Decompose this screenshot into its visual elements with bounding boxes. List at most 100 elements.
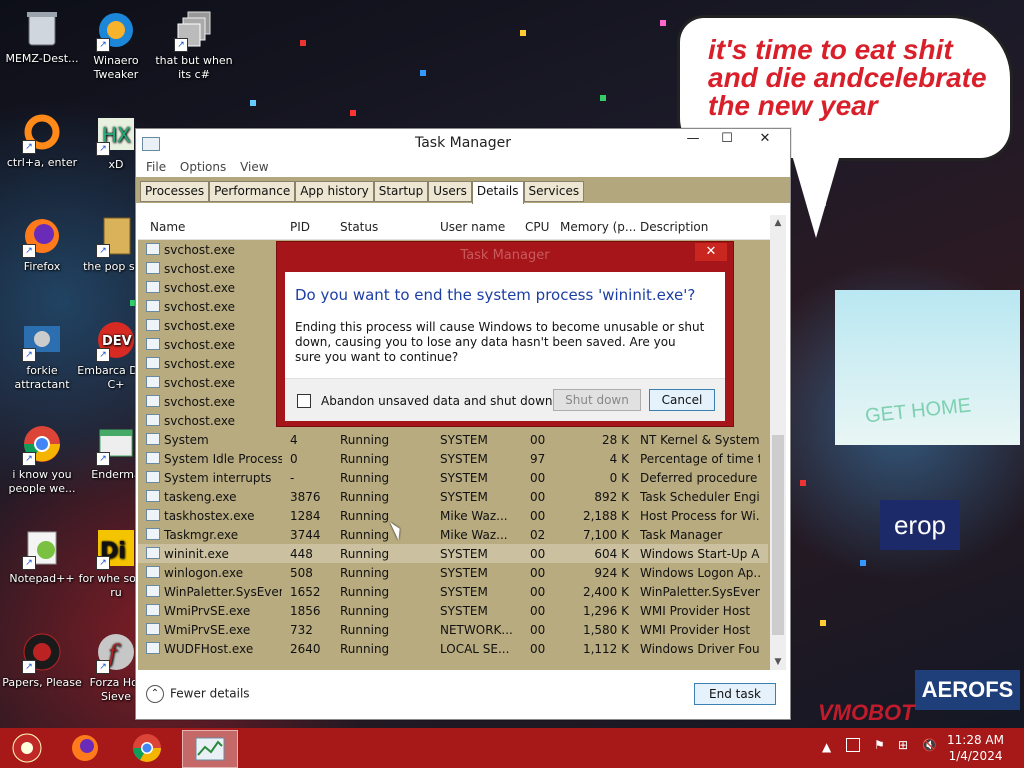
cell-desc: Task Scheduler Engi...	[640, 490, 760, 504]
desktop-icon-label: Firefox	[23, 260, 61, 273]
dialog-message: Ending this process will cause Windows t…	[295, 320, 705, 364]
desktop-icon-firefox[interactable]: ↗ Firefox	[0, 214, 84, 274]
column-pid[interactable]: PID	[290, 220, 310, 234]
scroll-thumb[interactable]	[772, 435, 784, 635]
taskbar: ▲ ⚑ ⊞ 🔇 11:28 AM 1/4/2024	[0, 728, 1024, 768]
cell-name-wrap: winlogon.exe	[146, 566, 282, 580]
desktop-icon-papers[interactable]: ↗ Papers, Please	[0, 630, 84, 690]
process-icon	[146, 357, 160, 369]
taskbar-chrome-icon[interactable]	[122, 730, 172, 766]
menu-file[interactable]: File	[146, 157, 166, 177]
tab-services[interactable]: Services	[523, 181, 585, 202]
table-header: Name PID Status User name CPU Memory (p.…	[138, 215, 786, 240]
tab-details[interactable]: Details	[471, 181, 524, 204]
desktop-icon-winaero[interactable]: ↗ Winaero Tweaker	[74, 8, 158, 82]
desktop-icon-forkie[interactable]: ↗ forkie attractant	[0, 318, 84, 392]
table-row[interactable]: WmiPrvSE.exe 732 Running NETWORK... 00 1,580 …	[138, 620, 768, 639]
table-row[interactable]: WUDFHost.exe 2640 Running LOCAL SE... 00 1,11…	[138, 639, 768, 658]
cell-name-wrap: svchost.exe	[146, 319, 282, 333]
cell-name: svchost.exe	[164, 300, 235, 314]
taskbar-firefox-icon[interactable]	[60, 730, 110, 766]
column-description[interactable]: Description	[640, 220, 708, 234]
table-row[interactable]: WinPaletter.SysEvent... 1652 Running SYSTEM…	[138, 582, 768, 601]
cell-pid: 1652	[290, 585, 321, 599]
cancel-button[interactable]: Cancel	[649, 389, 715, 411]
flag-icon[interactable]: ⚑	[874, 738, 885, 778]
maximize-button[interactable]: ☐	[710, 129, 744, 149]
cell-mem: 1,296 K	[582, 604, 629, 618]
table-row[interactable]: winlogon.exe 508 Running SYSTEM 00 924 K Windo…	[138, 563, 768, 582]
cell-status: Running	[340, 433, 390, 447]
table-row[interactable]: taskhostex.exe 1284 Running Mike Waz... 00 2,…	[138, 506, 768, 525]
shortcut-arrow-icon: ↗	[174, 38, 188, 52]
sign-bottom: AEROFS	[915, 670, 1020, 710]
cell-mem: 7,100 K	[582, 528, 629, 542]
window-icon: ↗	[94, 422, 138, 466]
tab-performance[interactable]: Performance	[209, 181, 296, 202]
abandon-data-label[interactable]: Abandon unsaved data and shut down.	[321, 394, 556, 408]
cell-mem: 0 K	[609, 471, 629, 485]
close-button[interactable]: ✕	[748, 129, 782, 149]
cell-name: winlogon.exe	[164, 566, 244, 580]
clock[interactable]: 11:28 AM 1/4/2024	[947, 732, 1004, 764]
minimize-button[interactable]: —	[676, 129, 710, 149]
vertical-scrollbar[interactable]: ▲ ▼	[770, 215, 786, 670]
shut-down-button[interactable]: Shut down	[553, 389, 641, 411]
cell-name: System Idle Process	[164, 452, 282, 466]
table-row[interactable]: wininit.exe 448 Running SYSTEM 00 604 K Window…	[138, 544, 768, 563]
cell-pid: 0	[290, 452, 298, 466]
cell-mem: 1,112 K	[582, 642, 629, 656]
cell-name-wrap: svchost.exe	[146, 338, 282, 352]
cell-desc: Host Process for Wi...	[640, 509, 760, 523]
display-icon[interactable]	[846, 738, 860, 752]
end-task-button[interactable]: End task	[694, 683, 776, 705]
fewer-details-button[interactable]: ⌃ Fewer details	[146, 685, 250, 703]
menu-options[interactable]: Options	[180, 157, 226, 177]
process-icon	[146, 338, 160, 350]
desktop-icon-memz[interactable]: MEMZ-Dest...	[0, 6, 84, 66]
scroll-down-icon[interactable]: ▼	[770, 654, 786, 670]
table-row[interactable]: System interrupts - Running SYSTEM 00 0 K Defe…	[138, 468, 768, 487]
papers-icon: ↗	[20, 630, 64, 674]
cell-pid: 448	[290, 547, 313, 561]
dialog-body: Do you want to end the system process 'w…	[285, 272, 725, 421]
abandon-data-checkbox[interactable]	[297, 394, 311, 408]
tab-startup[interactable]: Startup	[373, 181, 429, 202]
cell-name-wrap: wininit.exe	[146, 547, 282, 561]
column-name[interactable]: Name	[150, 220, 185, 234]
column-status[interactable]: Status	[340, 220, 378, 234]
table-row[interactable]: taskeng.exe 3876 Running SYSTEM 00 892 K Task …	[138, 487, 768, 506]
cell-mem: 892 K	[594, 490, 629, 504]
column-memory[interactable]: Memory (p...	[560, 220, 636, 234]
cell-mem: 28 K	[602, 433, 629, 447]
chevron-up-icon[interactable]: ▲	[822, 740, 831, 780]
cell-desc: WMI Provider Host	[640, 623, 751, 637]
desktop-icon-notepadpp[interactable]: ↗ Notepad++	[0, 526, 84, 586]
desktop-icon-chrome[interactable]: ↗ i know you people we...	[0, 422, 84, 496]
start-orb-icon[interactable]	[2, 730, 52, 766]
desktop-icon-stack[interactable]: ↗ that but when its c#	[152, 8, 236, 82]
title-bar[interactable]: Task Manager — ☐ ✕	[136, 129, 790, 157]
taskbar-task-manager-icon[interactable]	[182, 730, 238, 768]
scroll-up-icon[interactable]: ▲	[770, 215, 786, 231]
desktop-icon-ctrl-a[interactable]: ↗ ctrl+a, enter	[0, 110, 84, 170]
table-row[interactable]: WmiPrvSE.exe 1856 Running SYSTEM 00 1,296 K WM…	[138, 601, 768, 620]
dialog-close-button[interactable]: ✕	[695, 243, 727, 261]
column-user-name[interactable]: User name	[440, 220, 505, 234]
cell-pid: -	[290, 471, 295, 485]
tab-processes[interactable]: Processes	[140, 181, 210, 202]
cell-user: SYSTEM	[440, 585, 488, 599]
tab-users[interactable]: Users	[428, 181, 472, 202]
menu-view[interactable]: View	[240, 157, 268, 177]
tab-app-history[interactable]: App history	[295, 181, 374, 202]
table-row[interactable]: System 4 Running SYSTEM 00 28 K NT Kernel & Sy…	[138, 430, 768, 449]
network-icon[interactable]: ⊞	[898, 738, 908, 778]
volume-muted-icon[interactable]: 🔇	[922, 738, 937, 778]
cell-name: svchost.exe	[164, 281, 235, 295]
table-row[interactable]: System Idle Process 0 Running SYSTEM 97 4 K Pe…	[138, 449, 768, 468]
cell-desc: Deferred procedure ...	[640, 471, 760, 485]
table-row[interactable]: Taskmgr.exe 3744 Running Mike Waz... 02 7,100…	[138, 525, 768, 544]
column-cpu[interactable]: CPU	[525, 220, 549, 234]
desktop-icon-label: MEMZ-Dest...	[5, 52, 79, 65]
cell-name: taskeng.exe	[164, 490, 237, 504]
